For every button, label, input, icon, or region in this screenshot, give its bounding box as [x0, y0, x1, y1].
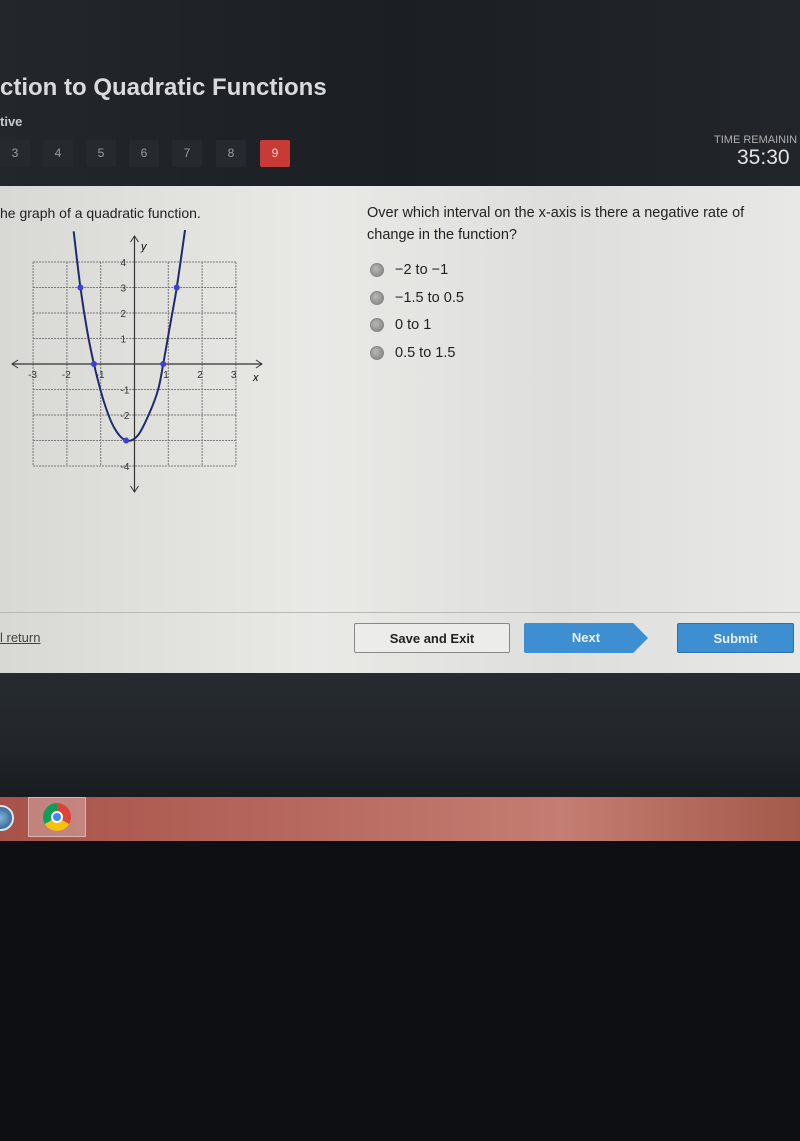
y-tick-label: -4	[121, 462, 130, 473]
question-nav-3[interactable]: 3	[0, 140, 30, 167]
answer-option-3[interactable]: 0 to 1	[370, 317, 431, 333]
y-tick-label: -2	[121, 411, 130, 422]
footer-divider	[0, 612, 800, 613]
y-tick-label: 3	[121, 284, 127, 295]
submit-button[interactable]: Submit	[677, 623, 794, 653]
x-tick-label: -3	[28, 370, 37, 381]
question-nav-4[interactable]: 4	[43, 140, 73, 167]
y-axis-label: y	[140, 241, 148, 253]
x-tick-label: -2	[62, 370, 71, 381]
option-label: 0.5 to 1.5	[395, 345, 456, 361]
graph-point	[123, 437, 130, 444]
lesson-subtitle: tive	[0, 114, 23, 129]
radio-button[interactable]	[370, 291, 384, 305]
screen-background	[0, 673, 800, 798]
graph-point	[77, 284, 84, 291]
lesson-title: ction to Quadratic Functions	[0, 74, 327, 101]
option-label: 0 to 1	[395, 317, 432, 333]
save-and-exit-button[interactable]: Save and Exit	[354, 623, 510, 653]
taskbar	[0, 797, 800, 841]
time-remaining-value: 35:30	[737, 146, 790, 169]
graph-axes	[11, 235, 263, 493]
graph-point	[160, 361, 167, 367]
question-nav-8[interactable]: 8	[216, 140, 246, 167]
x-tick-label: 3	[231, 370, 237, 381]
question-nav-9-active[interactable]: 9	[260, 140, 290, 167]
graph-intro-text: he graph of a quadratic function.	[0, 205, 201, 221]
chrome-icon	[43, 803, 71, 831]
question-prompt: Over which interval on the x-axis is the…	[367, 205, 745, 243]
graph-point	[173, 284, 180, 291]
graph-point	[90, 361, 97, 367]
option-label: −2 to −1	[395, 262, 449, 278]
x-axis-label: x	[252, 372, 259, 384]
time-remaining-label: TIME REMAININ	[714, 134, 798, 146]
y-tick-label: -1	[121, 386, 130, 397]
chrome-taskbar-button[interactable]	[28, 797, 86, 837]
y-tick-label: 2	[121, 309, 127, 320]
question-nav-5[interactable]: 5	[86, 140, 116, 167]
radio-button[interactable]	[370, 346, 384, 360]
x-tick-label: 1	[163, 370, 169, 381]
answer-option-2[interactable]: −1.5 to 0.5	[370, 290, 464, 306]
question-nav-7[interactable]: 7	[172, 140, 202, 167]
radio-button[interactable]	[370, 318, 384, 332]
y-tick-label: 1	[121, 335, 127, 346]
mark-return-link[interactable]: l return	[0, 630, 40, 645]
question-nav-6[interactable]: 6	[129, 140, 159, 167]
quadratic-graph: -3 -2 -1 1 2 34321-1-2-4 y x	[11, 230, 263, 493]
next-button[interactable]: Next	[524, 623, 648, 653]
radio-button[interactable]	[370, 263, 384, 277]
answer-option-4[interactable]: 0.5 to 1.5	[370, 345, 455, 361]
option-label: −1.5 to 0.5	[395, 290, 464, 306]
answer-option-1[interactable]: −2 to −1	[370, 262, 448, 278]
x-tick-label: 2	[197, 370, 203, 381]
y-tick-label: 4	[121, 258, 127, 269]
